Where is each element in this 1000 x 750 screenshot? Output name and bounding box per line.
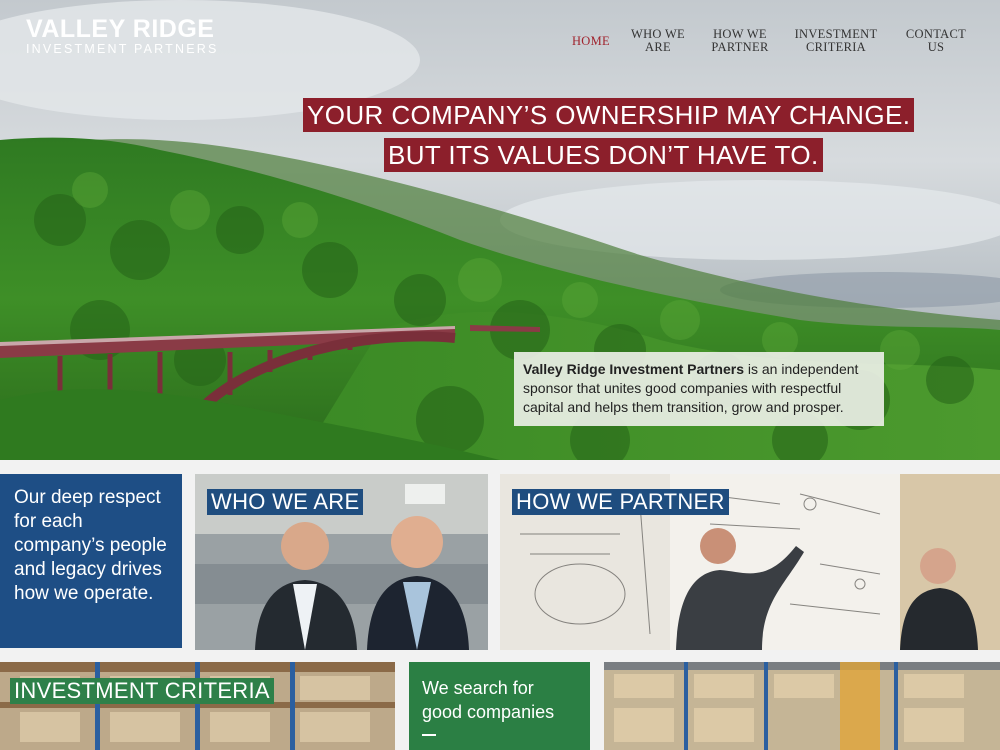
nav-who-we-are[interactable]: WHO WE ARE <box>628 28 688 54</box>
warehouse-photo-left <box>0 662 395 750</box>
intro-company-name: Valley Ridge Investment Partners <box>523 361 744 377</box>
who-we-are-label: WHO WE ARE <box>207 489 364 515</box>
logo-sub-text: INVESTMENT PARTNERS <box>26 42 219 56</box>
investment-criteria-tile[interactable]: INVESTMENT CRITERIA <box>0 662 395 750</box>
how-we-partner-label: HOW WE PARTNER <box>512 489 729 515</box>
headline-line-1: YOUR COMPANY’S OWNERSHIP MAY CHANGE. <box>303 98 915 132</box>
nav-who-line2: ARE <box>645 40 671 54</box>
nav-home-label: HOME <box>571 34 610 48</box>
search-text: We search for good companies <box>422 678 555 722</box>
dash-divider <box>422 734 436 736</box>
nav-home[interactable]: HOME <box>567 35 615 48</box>
warehouse-tile <box>604 662 1000 750</box>
nav-contact-line2: US <box>927 40 945 54</box>
warehouse-photo-right <box>604 662 1000 750</box>
hero-banner: VALLEY RIDGE INVESTMENT PARTNERS HOME WH… <box>0 0 1000 460</box>
headline-line-2: BUT ITS VALUES DON’T HAVE TO. <box>384 138 823 172</box>
respect-tile: Our deep respect for each company’s peop… <box>0 474 182 648</box>
site-logo[interactable]: VALLEY RIDGE INVESTMENT PARTNERS <box>26 16 219 56</box>
respect-text: Our deep respect for each company’s peop… <box>14 487 167 604</box>
intro-box: Valley Ridge Investment Partners is an i… <box>514 352 884 426</box>
logo-main-text: VALLEY RIDGE <box>26 15 215 43</box>
nav-how-line2: PARTNER <box>711 40 769 54</box>
nav-contact-us[interactable]: CONTACT US <box>900 28 972 54</box>
nav-investment-criteria[interactable]: INVESTMENT CRITERIA <box>790 28 882 54</box>
search-tile: We search for good companies <box>409 662 590 750</box>
how-we-partner-tile[interactable]: HOW WE PARTNER <box>500 474 1000 650</box>
investment-criteria-label: INVESTMENT CRITERIA <box>10 678 274 704</box>
nav-how-we-partner[interactable]: HOW WE PARTNER <box>705 28 775 54</box>
who-we-are-tile[interactable]: WHO WE ARE <box>195 474 488 650</box>
nav-criteria-line2: CRITERIA <box>805 40 867 54</box>
